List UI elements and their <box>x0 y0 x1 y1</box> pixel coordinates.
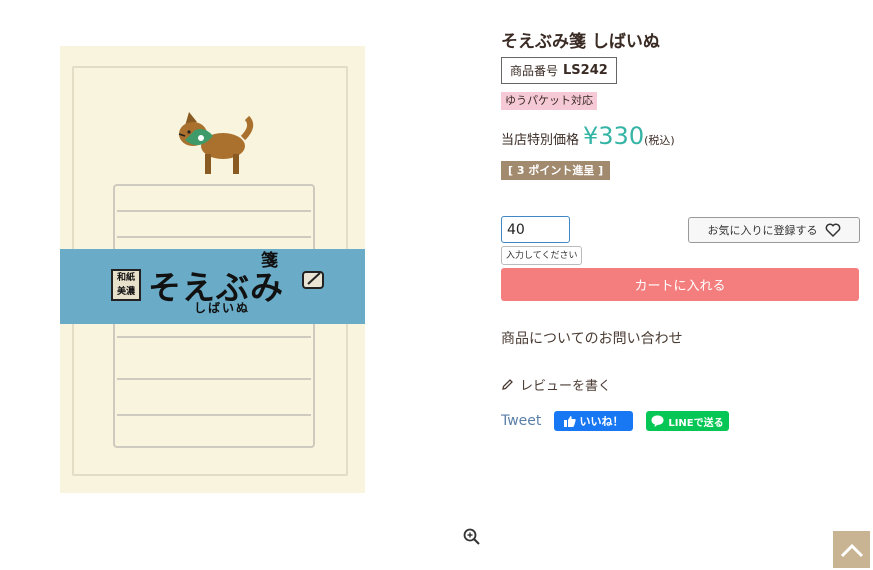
facebook-like-label: いいね！ <box>579 415 624 428</box>
price-label: 当店特別価格 <box>501 133 580 148</box>
price-value: ¥330 <box>583 122 645 150</box>
product-title: そえぶみ箋 しばいぬ <box>501 32 660 52</box>
ruled-line <box>117 336 311 338</box>
quantity-input[interactable] <box>501 216 570 243</box>
pencil-icon <box>502 379 513 390</box>
add-to-favorites-button[interactable]: お気に入りに登録する <box>688 217 860 243</box>
product-code: 商品番号 LS242 <box>501 57 617 84</box>
ruled-line <box>117 414 311 416</box>
chevron-up-icon <box>840 543 863 557</box>
band-title-kanji: 箋 <box>257 251 277 268</box>
product-code-label: 商品番号 <box>510 64 559 78</box>
favorites-label: お気に入りに登録する <box>707 224 818 237</box>
price-row: 当店特別価格 ¥330 (税込) <box>501 122 675 150</box>
back-to-top-button[interactable] <box>833 531 870 568</box>
add-to-cart-button[interactable]: カートに入れる <box>501 268 859 301</box>
product-inquiry-link[interactable]: 商品についてのお問い合わせ <box>501 328 683 348</box>
tweet-link[interactable]: Tweet <box>501 413 541 429</box>
title-band: 和紙 美濃 そえぶみ 箋 しばいぬ <box>60 249 365 324</box>
thumbs-up-icon <box>563 415 576 427</box>
line-icon <box>651 415 664 427</box>
line-share-button[interactable]: LINEで送る <box>646 411 729 431</box>
product-image[interactable]: 和紙 美濃 そえぶみ 箋 しばいぬ <box>60 46 365 493</box>
ruled-line <box>117 236 311 238</box>
ruled-line <box>117 210 311 212</box>
facebook-like-button[interactable]: いいね！ <box>554 411 633 431</box>
ruled-line <box>117 378 311 380</box>
band-subtitle: しばいぬ <box>194 301 251 315</box>
review-label: レビューを書く <box>520 379 612 394</box>
zoom-in-icon[interactable] <box>463 528 481 546</box>
heart-icon <box>825 223 840 237</box>
washi-seal: 和紙 美濃 <box>111 269 141 301</box>
product-code-value: LS242 <box>563 63 608 78</box>
brush-icon <box>302 271 324 289</box>
shiba-dog-illustration <box>178 112 254 174</box>
shipping-tag: ゆうパケット対応 <box>501 92 597 110</box>
write-review-link[interactable]: レビューを書く <box>501 375 611 394</box>
quantity-tooltip: 入力してください <box>501 246 583 265</box>
line-share-label: LINEで送る <box>668 417 724 429</box>
points-badge: [ 3 ポイント進呈 ] <box>501 161 611 180</box>
price-tax-label: (税込) <box>644 134 675 147</box>
